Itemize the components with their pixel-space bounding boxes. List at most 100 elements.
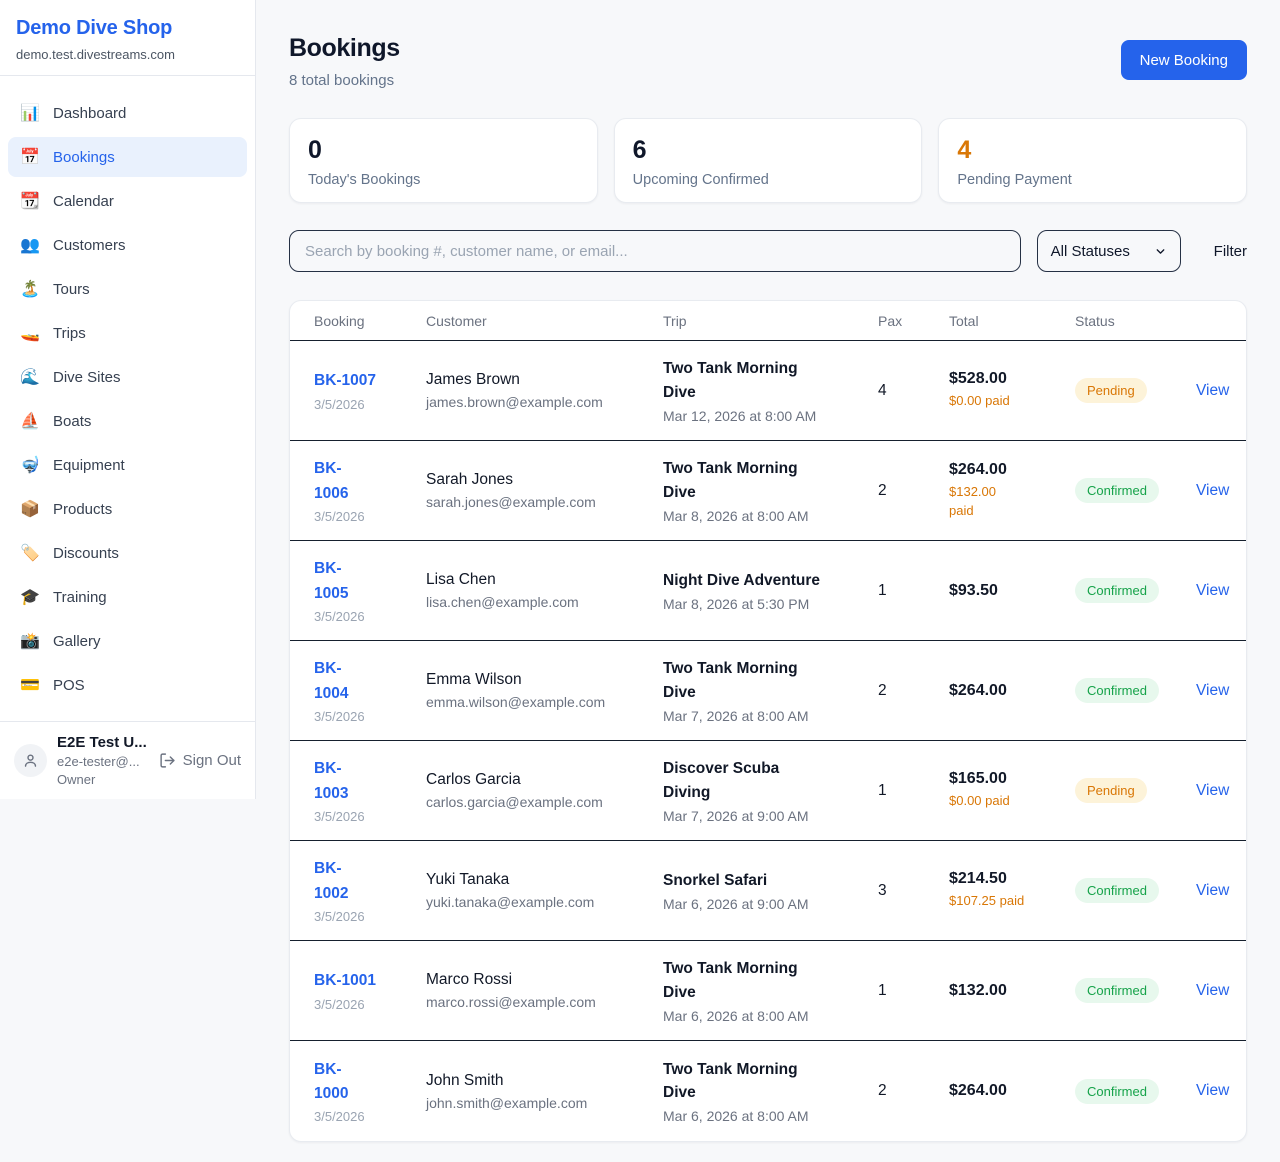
sidebar-item-calendar[interactable]: 📆 Calendar [8, 181, 247, 221]
view-link[interactable]: View [1196, 482, 1229, 499]
status-cell: Confirmed [1075, 1079, 1196, 1104]
equipment-icon: 🤿 [20, 455, 40, 475]
booking-id-link[interactable]: BK-1001 [314, 969, 426, 993]
booking-cell: BK-1005 3/5/2026 [314, 557, 426, 623]
col-header-pax: Pax [878, 313, 949, 329]
customer-name: Yuki Tanaka [426, 871, 663, 889]
sidebar-item-label: Calendar [53, 193, 114, 210]
trip-datetime: Mar 7, 2026 at 9:00 AM [663, 808, 878, 824]
total-amount: $214.50 [949, 870, 1075, 888]
customer-email: james.brown@example.com [426, 394, 663, 410]
trip-cell: Two Tank Morning Dive Mar 7, 2026 at 8:0… [663, 657, 878, 724]
sidebar-item-label: Boats [53, 413, 91, 430]
view-link[interactable]: View [1196, 1082, 1229, 1099]
status-badge: Confirmed [1075, 678, 1159, 703]
view-link[interactable]: View [1196, 982, 1229, 999]
table-row: BK-1003 3/5/2026 Carlos Garcia carlos.ga… [290, 741, 1246, 841]
total-cell: $264.00 $132.00 paid [949, 461, 1075, 521]
boats-icon: ⛵ [20, 411, 40, 431]
view-link[interactable]: View [1196, 382, 1229, 399]
col-header-trip: Trip [663, 313, 878, 329]
status-badge: Confirmed [1075, 978, 1159, 1003]
trip-datetime: Mar 8, 2026 at 8:00 AM [663, 508, 878, 524]
sign-out-label: Sign Out [183, 752, 241, 769]
user-email: e2e-tester@... [57, 754, 149, 769]
booking-date: 3/5/2026 [314, 997, 426, 1012]
amount-paid: $0.00 paid [949, 392, 1075, 411]
total-amount: $264.00 [949, 1082, 1075, 1100]
status-cell: Confirmed [1075, 678, 1196, 703]
sidebar-item-tours[interactable]: 🏝️ Tours [8, 269, 247, 309]
stat-label: Upcoming Confirmed [633, 172, 904, 188]
page-title-block: Bookings 8 total bookings [289, 34, 400, 89]
booking-id-link[interactable]: BK-1007 [314, 369, 426, 393]
pax-count: 1 [878, 782, 949, 800]
actions-cell: View [1196, 1082, 1236, 1100]
booking-id-link[interactable]: BK-1005 [314, 557, 358, 605]
status-cell: Pending [1075, 778, 1196, 803]
status-badge: Pending [1075, 778, 1147, 803]
filter-button[interactable]: Filter [1214, 243, 1247, 260]
page-title: Bookings [289, 34, 400, 63]
amount-paid: $0.00 paid [949, 792, 1075, 811]
table-row: BK-1001 3/5/2026 Marco Rossi marco.rossi… [290, 941, 1246, 1041]
trip-cell: Two Tank Morning Dive Mar 6, 2026 at 8:0… [663, 1058, 878, 1125]
total-cell: $165.00 $0.00 paid [949, 770, 1075, 811]
actions-cell: View [1196, 382, 1236, 400]
booking-date: 3/5/2026 [314, 397, 426, 412]
trip-datetime: Mar 6, 2026 at 8:00 AM [663, 1108, 878, 1124]
new-booking-button[interactable]: New Booking [1121, 40, 1247, 80]
view-link[interactable]: View [1196, 582, 1229, 599]
sidebar-item-customers[interactable]: 👥 Customers [8, 225, 247, 265]
customer-cell: Lisa Chen lisa.chen@example.com [426, 571, 663, 610]
sidebar-item-dashboard[interactable]: 📊 Dashboard [8, 93, 247, 133]
table-row: BK-1006 3/5/2026 Sarah Jones sarah.jones… [290, 441, 1246, 541]
total-cell: $264.00 [949, 1082, 1075, 1100]
booking-id-link[interactable]: BK-1006 [314, 457, 358, 505]
trip-name: Two Tank Morning Dive [663, 957, 829, 1004]
status-select[interactable]: All Statuses [1037, 230, 1181, 272]
sidebar-item-pos[interactable]: 💳 POS [8, 665, 247, 705]
view-link[interactable]: View [1196, 782, 1229, 799]
sign-out-button[interactable]: Sign Out [159, 752, 241, 769]
sidebar-item-equipment[interactable]: 🤿 Equipment [8, 445, 247, 485]
filter-row: All Statuses Filter [289, 230, 1247, 272]
customer-name: James Brown [426, 371, 663, 389]
sidebar-item-gallery[interactable]: 📸 Gallery [8, 621, 247, 661]
customer-email: marco.rossi@example.com [426, 994, 663, 1010]
sidebar-item-label: POS [53, 677, 85, 694]
customer-email: emma.wilson@example.com [426, 694, 663, 710]
sidebar-item-bookings[interactable]: 📅 Bookings [8, 137, 247, 177]
sidebar-item-training[interactable]: 🎓 Training [8, 577, 247, 617]
booking-id-link[interactable]: BK-1002 [314, 857, 358, 905]
sidebar-item-boats[interactable]: ⛵ Boats [8, 401, 247, 441]
col-header-booking: Booking [314, 313, 426, 329]
booking-id-link[interactable]: BK-1000 [314, 1058, 358, 1106]
customer-name: Lisa Chen [426, 571, 663, 589]
sidebar-item-label: Dashboard [53, 105, 126, 122]
stats-row: 0 Today's Bookings 6 Upcoming Confirmed … [289, 118, 1247, 203]
booking-cell: BK-1000 3/5/2026 [314, 1058, 426, 1124]
sidebar-item-label: Bookings [53, 149, 115, 166]
trip-datetime: Mar 12, 2026 at 8:00 AM [663, 408, 878, 424]
view-link[interactable]: View [1196, 682, 1229, 699]
customers-icon: 👥 [20, 235, 40, 255]
booking-date: 3/5/2026 [314, 709, 426, 724]
brand-block: Demo Dive Shop demo.test.divestreams.com [0, 0, 255, 76]
sidebar-item-trips[interactable]: 🚤 Trips [8, 313, 247, 353]
view-link[interactable]: View [1196, 882, 1229, 899]
booking-id-link[interactable]: BK-1003 [314, 757, 358, 805]
booking-id-link[interactable]: BK-1004 [314, 657, 358, 705]
search-input[interactable] [289, 230, 1021, 272]
status-cell: Confirmed [1075, 478, 1196, 503]
status-cell: Confirmed [1075, 978, 1196, 1003]
status-select-value: All Statuses [1051, 243, 1130, 260]
pax-count: 3 [878, 882, 949, 900]
trip-datetime: Mar 8, 2026 at 5:30 PM [663, 596, 878, 612]
pax-count: 1 [878, 582, 949, 600]
sidebar-item-products[interactable]: 📦 Products [8, 489, 247, 529]
col-header-status: Status [1075, 313, 1196, 329]
sidebar-item-discounts[interactable]: 🏷️ Discounts [8, 533, 247, 573]
sidebar-item-dive-sites[interactable]: 🌊 Dive Sites [8, 357, 247, 397]
gallery-icon: 📸 [20, 631, 40, 651]
